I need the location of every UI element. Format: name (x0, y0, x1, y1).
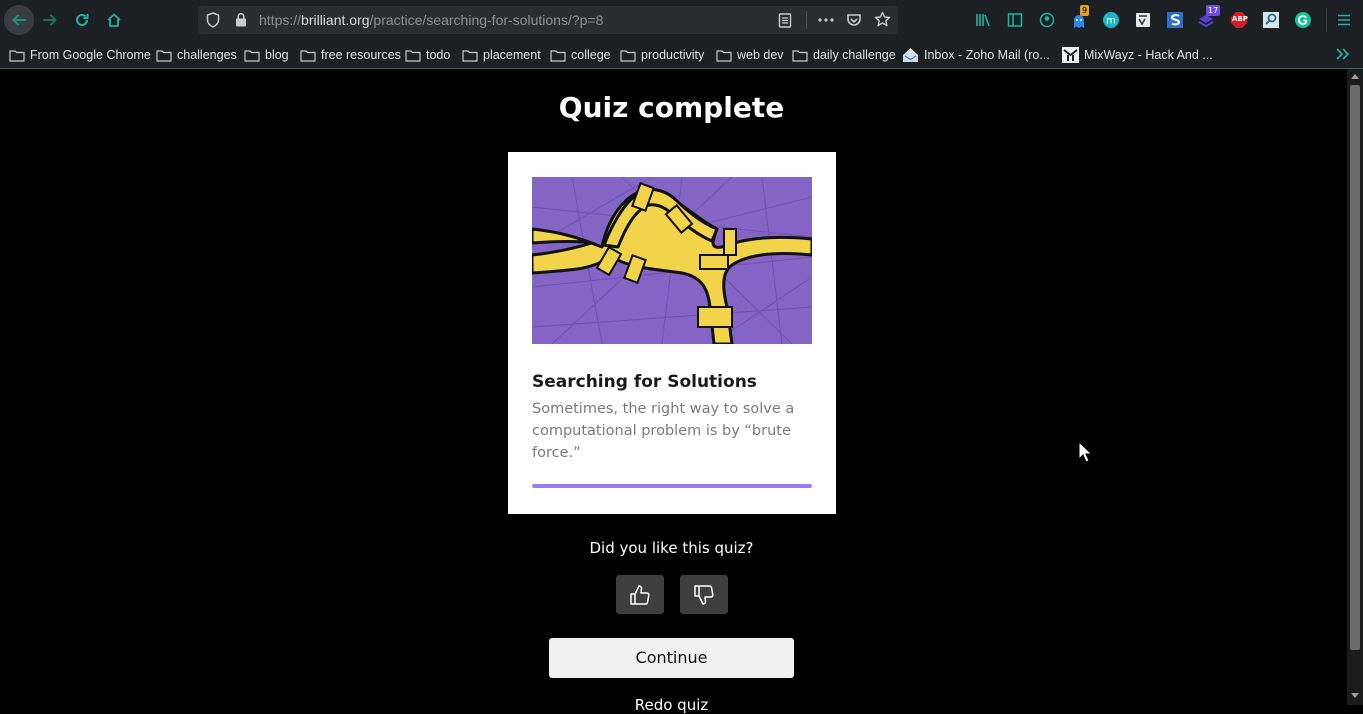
bookmark-daily-challenge[interactable]: daily challenge (792, 46, 896, 64)
bookmark-free-resources[interactable]: free resources (300, 46, 401, 64)
bookmark-label: productivity (641, 48, 705, 62)
scroll-up-arrow-icon[interactable] (1351, 74, 1359, 79)
mixwayz-icon (1062, 47, 1079, 63)
thumbs-down-button[interactable] (680, 575, 728, 614)
folder-icon (792, 49, 808, 62)
bookmark-star-icon[interactable] (874, 11, 891, 28)
feedback-question: Did you like this quiz? (589, 539, 754, 557)
bookmark-todo[interactable]: todo (405, 46, 450, 64)
account-icon[interactable] (1039, 12, 1055, 28)
search-extension-icon[interactable] (1262, 11, 1280, 29)
bookmark-label: From Google Chrome (30, 48, 151, 62)
folder-icon (550, 49, 566, 62)
folder-icon (244, 49, 260, 62)
forward-button[interactable] (38, 8, 62, 32)
urlbar-divider (806, 11, 807, 29)
folder-icon (405, 49, 421, 62)
more-options-icon[interactable] (818, 18, 834, 22)
bookmark-label: daily challenge (813, 48, 896, 62)
extension-stack-button[interactable]: 17 (1198, 5, 1222, 29)
hamburger-menu-icon[interactable] (1337, 13, 1351, 27)
bookmark-from-google-chrome[interactable]: From Google Chrome (9, 46, 151, 64)
bookmark-label: free resources (321, 48, 401, 62)
home-button[interactable] (102, 8, 126, 32)
m-extension-icon[interactable]: m (1102, 11, 1120, 29)
reader-view-icon[interactable] (778, 13, 792, 28)
card-title: Searching for Solutions (532, 372, 757, 392)
svg-text:m: m (1106, 16, 1116, 27)
chevron-double-right-icon[interactable] (1336, 48, 1349, 60)
library-icon[interactable] (975, 12, 991, 28)
tab-count-badge: 9 (1080, 5, 1090, 16)
bookmark-web-dev[interactable]: web dev (716, 46, 784, 64)
home-icon (107, 13, 121, 27)
bookmark-label: MixWayz - Hack And ... (1084, 48, 1213, 62)
bookmark-zoho-inbox[interactable]: Inbox - Zoho Mail (ro... (902, 46, 1050, 64)
adblock-label: ABP (1232, 15, 1248, 23)
folder-icon (156, 49, 172, 62)
folder-icon (9, 49, 25, 62)
folder-icon (300, 49, 316, 62)
arrow-right-icon (43, 14, 57, 26)
folder-icon (620, 49, 636, 62)
bookmark-placement[interactable]: placement (462, 46, 541, 64)
scroll-down-arrow-icon[interactable] (1351, 693, 1359, 698)
url-text[interactable]: https://brilliant.org/practice/searching… (259, 12, 603, 28)
thumbs-down-icon (694, 584, 714, 605)
quiz-card[interactable]: Searching for Solutions Sometimes, the r… (508, 152, 836, 514)
sidebar-icon[interactable] (1007, 12, 1023, 28)
arrow-left-icon (12, 14, 26, 26)
bookmark-college[interactable]: college (550, 46, 611, 64)
extension-book-icon[interactable] (1134, 11, 1152, 29)
reload-icon (76, 13, 89, 26)
url-host: brilliant.org (301, 12, 370, 28)
bookmark-blog[interactable]: blog (244, 46, 289, 64)
redo-quiz-link[interactable]: Redo quiz (0, 696, 1343, 714)
thumbs-up-icon (630, 584, 650, 605)
folder-icon (462, 49, 478, 62)
grammarly-icon[interactable] (1294, 11, 1312, 29)
scroll-thumb[interactable] (1350, 85, 1360, 650)
bookmark-label: web dev (737, 48, 784, 62)
bookmark-label: challenges (177, 48, 237, 62)
mouse-cursor-icon (1078, 441, 1092, 463)
page-content: Quiz complete Searching for Solutions So… (0, 69, 1347, 714)
extension-tabs-button[interactable]: 9 (1071, 5, 1090, 29)
ext-count-badge: 17 (1206, 5, 1221, 16)
continue-button[interactable]: Continue (549, 638, 794, 678)
s-extension-icon[interactable] (1166, 11, 1184, 29)
shield-icon[interactable] (206, 12, 220, 28)
page-title: Quiz complete (558, 91, 785, 124)
progress-bar (532, 484, 812, 488)
quiz-illustration (532, 177, 812, 344)
reload-button[interactable] (70, 8, 94, 32)
card-description: Sometimes, the right way to solve a comp… (532, 401, 795, 461)
bookmark-label: blog (265, 48, 289, 62)
pocket-icon[interactable] (846, 12, 862, 28)
bookmark-productivity[interactable]: productivity (620, 46, 704, 64)
lock-icon[interactable] (235, 12, 247, 27)
url-prefix: https:// (259, 12, 302, 28)
address-bar[interactable]: https://brilliant.org/practice/searching… (198, 6, 898, 34)
thumbs-up-button[interactable] (616, 575, 664, 614)
page-scrollbar[interactable] (1347, 69, 1363, 705)
mail-icon (903, 48, 918, 62)
bookmark-label: todo (426, 48, 451, 62)
bookmarks-bar: From Google Chrome challenges blog free … (0, 40, 1363, 69)
toolbar-divider (1326, 8, 1327, 32)
bookmark-label: college (571, 48, 611, 62)
bookmark-mixwayz[interactable]: MixWayz - Hack And ... (1062, 46, 1213, 64)
bookmark-label: Inbox - Zoho Mail (ro... (924, 48, 1050, 62)
bookmark-challenges[interactable]: challenges (156, 46, 237, 64)
browser-toolbar: https://brilliant.org/practice/searching… (0, 0, 1363, 40)
url-path: /practice/searching-for-solutions/?p=8 (369, 12, 604, 28)
bookmark-label: placement (483, 48, 541, 62)
back-button[interactable] (4, 5, 34, 35)
folder-icon (716, 49, 732, 62)
